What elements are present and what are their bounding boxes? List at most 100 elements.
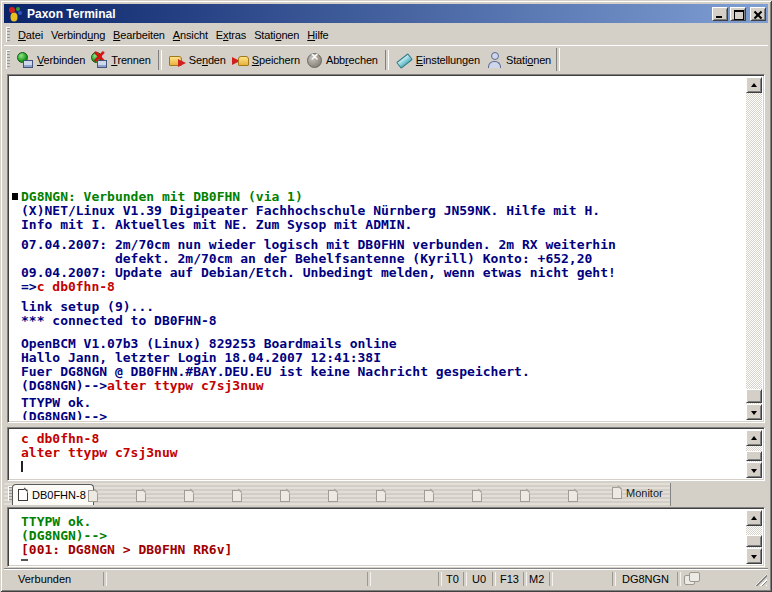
terminal-line: alter ttypw c7sj3nuw bbox=[21, 446, 745, 460]
tab-db0fhn-8[interactable]: DB0FHN-8 bbox=[12, 484, 94, 505]
window-title: Paxon Terminal bbox=[27, 7, 710, 21]
menu-item-verbindung[interactable]: Verbindung bbox=[47, 27, 109, 43]
terminal-line: [001: DG8NGN > DB0FHN RR6v] bbox=[21, 543, 745, 557]
page-icon bbox=[328, 490, 338, 502]
tab-blank-3[interactable] bbox=[184, 488, 194, 506]
page-icon bbox=[376, 490, 386, 502]
page-icon bbox=[184, 490, 194, 502]
page-icon bbox=[424, 490, 434, 502]
menu-item-datei[interactable]: Datei bbox=[14, 27, 47, 43]
terminal-line: c db0fhn-8 bbox=[21, 432, 745, 446]
menu-item-bearbeiten[interactable]: Bearbeiten bbox=[109, 27, 169, 43]
tab-blank-4[interactable] bbox=[232, 488, 242, 506]
arrow-down-icon bbox=[751, 411, 757, 415]
arrow-down-icon bbox=[751, 469, 757, 473]
close-icon: × bbox=[754, 11, 762, 18]
scroll-up-button[interactable] bbox=[746, 430, 762, 446]
toolbar-button-label: Speichern bbox=[252, 54, 300, 66]
tab-label: Monitor bbox=[626, 487, 663, 499]
tab-blank-9[interactable] bbox=[472, 488, 482, 506]
status-m-counter: M2 bbox=[529, 573, 544, 585]
tab-blank-7[interactable] bbox=[376, 488, 386, 506]
terminal-line: 09.04.2007: Update auf Debian/Etch. Unbe… bbox=[21, 266, 745, 280]
status-t-counter: T0 bbox=[446, 573, 459, 585]
tab-bar: DB0FHN-8 Monitor bbox=[4, 483, 671, 506]
toolbar-button-trennen[interactable]: ×Trennen bbox=[88, 50, 154, 70]
toolbar-separator bbox=[158, 50, 162, 70]
title-bar[interactable]: Paxon Terminal × bbox=[4, 4, 768, 23]
tab-label: DB0FHN-8 bbox=[32, 489, 86, 501]
scroll-down-button[interactable] bbox=[746, 548, 762, 564]
tab-blank-6[interactable] bbox=[328, 488, 338, 506]
send-icon bbox=[169, 52, 186, 68]
tab-blank-11[interactable] bbox=[568, 488, 578, 506]
page-icon bbox=[280, 490, 290, 502]
tab-blank-5[interactable] bbox=[280, 488, 290, 506]
menu-item-extras[interactable]: Extras bbox=[212, 27, 250, 43]
menu-item-hilfe[interactable]: Hilfe bbox=[303, 27, 332, 43]
page-icon bbox=[88, 490, 98, 502]
terminal-line: OpenBCM V1.07b3 (Linux) 829253 Boardmail… bbox=[21, 337, 745, 351]
tab-blank-2[interactable] bbox=[136, 488, 146, 506]
status-u-counter: U0 bbox=[472, 573, 486, 585]
menu-item-stationen[interactable]: Stationen bbox=[250, 27, 303, 43]
close-button[interactable]: × bbox=[750, 7, 766, 21]
menu-bar-gripper[interactable] bbox=[6, 27, 10, 42]
monitor-terminal[interactable]: TTYPW ok.(DG8NGN)-->[001: DG8NGN > DB0FH… bbox=[7, 507, 765, 567]
page-icon bbox=[136, 490, 146, 502]
toolbar-button-label: Einstellungen bbox=[416, 54, 480, 66]
maximize-button[interactable] bbox=[730, 7, 746, 21]
toolbar-button-einstellungen[interactable]: Einstellungen bbox=[393, 50, 483, 70]
toolbar-button-verbinden[interactable]: Verbinden bbox=[14, 50, 88, 70]
sound-icon bbox=[683, 572, 703, 586]
page-icon bbox=[612, 487, 622, 499]
status-f-counter: F13 bbox=[500, 573, 519, 585]
toolbar: Verbinden×Trennen Senden SpeichernAbbreche… bbox=[4, 45, 768, 73]
app-window: Paxon Terminal × DateiVerbindungBearbeit… bbox=[0, 0, 772, 592]
minimize-button[interactable] bbox=[712, 7, 728, 21]
menu-item-ansicht[interactable]: Ansicht bbox=[169, 27, 212, 43]
tab-blank-1[interactable] bbox=[88, 488, 98, 506]
toolbar-button-speichern[interactable]: Speichern bbox=[229, 50, 303, 70]
arrow-up-icon bbox=[751, 83, 757, 87]
input-area[interactable]: c db0fhn-8alter ttypw c7sj3nuw bbox=[7, 427, 765, 481]
tab-blank-10[interactable] bbox=[520, 488, 530, 506]
input-area-text: c db0fhn-8alter ttypw c7sj3nuw bbox=[10, 430, 745, 478]
tab-blank-8[interactable] bbox=[424, 488, 434, 506]
scroll-up-button[interactable] bbox=[746, 77, 762, 93]
terminal-line: Info mit I. Aktuelles mit NE. Zum Sysop … bbox=[21, 218, 745, 232]
toolbar-button-abbrechen[interactable]: Abbrechen bbox=[303, 50, 381, 70]
input-area-scrollbar[interactable] bbox=[746, 430, 762, 478]
monitor-terminal-text: TTYPW ok.(DG8NGN)-->[001: DG8NGN > DB0FH… bbox=[10, 510, 745, 564]
scroll-up-button[interactable] bbox=[746, 510, 762, 526]
page-icon bbox=[232, 490, 242, 502]
toolbar-button-senden[interactable]: Senden bbox=[166, 50, 229, 70]
resize-grip[interactable] bbox=[755, 574, 767, 586]
save-icon bbox=[232, 52, 249, 68]
toolbar-gripper[interactable] bbox=[6, 50, 10, 69]
toolbar-button-label: Verbinden bbox=[37, 54, 85, 66]
connect-icon bbox=[17, 52, 34, 68]
toolbar-button-stationen[interactable]: Stationen bbox=[483, 50, 554, 70]
scroll-thumb[interactable] bbox=[746, 535, 762, 547]
scroll-down-button[interactable] bbox=[746, 462, 762, 478]
app-icon bbox=[7, 6, 23, 22]
terminal-line: *** connected to DB0FHN-8 bbox=[21, 314, 745, 328]
tab-monitor[interactable]: Monitor bbox=[612, 487, 663, 499]
scroll-thumb[interactable] bbox=[746, 451, 762, 461]
page-icon bbox=[568, 490, 578, 502]
main-terminal[interactable]: DG8NGN: Verbunden mit DB0FHN (via 1)(X)N… bbox=[7, 74, 765, 423]
terminal-line: DG8NGN: Verbunden mit DB0FHN (via 1) bbox=[21, 190, 745, 204]
scroll-down-button[interactable] bbox=[746, 404, 762, 420]
terminal-line: link setup (9)... bbox=[21, 300, 745, 314]
terminal-line: TTYPW ok. bbox=[21, 396, 745, 410]
monitor-terminal-scrollbar[interactable] bbox=[746, 510, 762, 564]
toolbar-button-label: Stationen bbox=[506, 54, 551, 66]
arrow-up-icon bbox=[751, 516, 757, 520]
scroll-thumb[interactable] bbox=[746, 389, 762, 403]
toolbar-button-label: Trennen bbox=[111, 54, 151, 66]
main-terminal-scrollbar[interactable] bbox=[746, 77, 762, 420]
status-connection: Verbunden bbox=[18, 573, 71, 585]
terminal-line: =>c db0fhn-8 bbox=[21, 280, 745, 294]
arrow-up-icon bbox=[751, 436, 757, 440]
